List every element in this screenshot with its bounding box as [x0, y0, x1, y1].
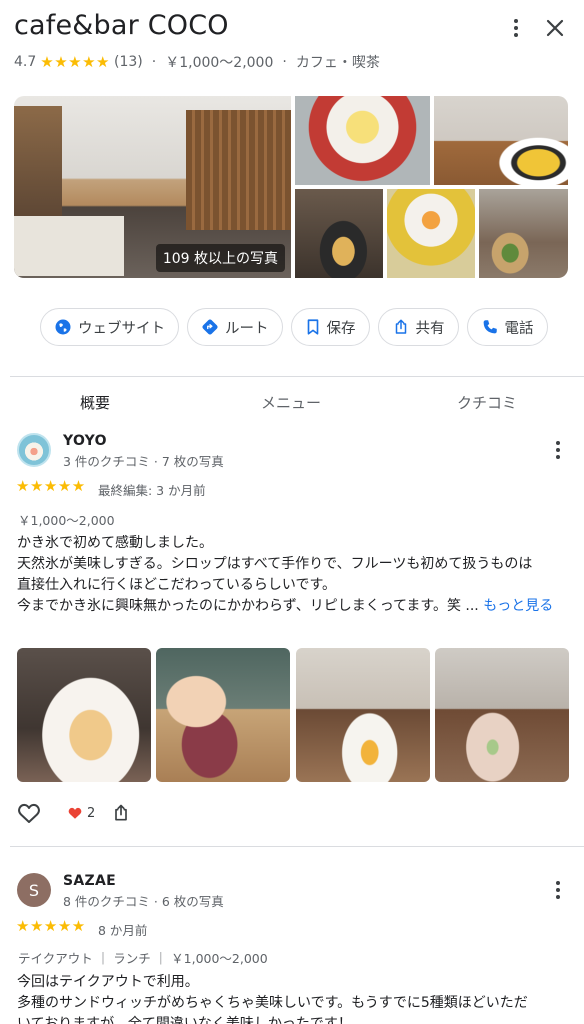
review-line: 天然氷が美味しすぎる。シロップはすべて手作りで、フルーツも初めて扱うものは: [17, 556, 533, 572]
review-more-button[interactable]: [546, 878, 570, 902]
review-photo[interactable]: [17, 648, 151, 782]
tab-reviews[interactable]: クチコミ: [457, 392, 517, 413]
reviewer-stats: 3 件のクチコミ · 7 枚の写真: [63, 454, 224, 469]
reviewer-name[interactable]: SAZAE: [63, 873, 116, 889]
save-button[interactable]: 保存: [290, 308, 370, 346]
review-tags: ￥1,000〜2,000: [18, 513, 115, 528]
phone-icon: [483, 320, 497, 334]
place-meta: 4.7 ★★★★★ (13) · ￥1,000〜2,000 · カフェ・喫茶: [14, 52, 380, 72]
photo-thumbnail[interactable]: [387, 189, 475, 278]
more-vert-icon: [514, 19, 518, 37]
review-text: かき氷で初めて感動しました。 天然氷が美味しすぎる。シロップはすべて手作りで、フ…: [17, 533, 572, 617]
reaction-count: 2: [87, 805, 96, 821]
reviewer-stats: 8 件のクチコミ · 6 枚の写真: [63, 894, 224, 909]
reviewer-avatar[interactable]: S: [17, 873, 51, 907]
review-stars: ★★★★★: [16, 477, 86, 495]
rating-value: 4.7: [14, 54, 37, 70]
directions-button[interactable]: ルート: [187, 308, 283, 346]
share-label: 共有: [415, 320, 445, 337]
review-time: 最終編集: 3 か月前: [98, 483, 206, 498]
divider: [10, 376, 584, 377]
reviewer-avatar[interactable]: [17, 433, 51, 467]
photo-thumbnail[interactable]: [295, 96, 430, 185]
tab-menu[interactable]: メニュー: [261, 392, 321, 413]
bookmark-icon: [307, 319, 318, 335]
action-chips: ウェブサイト ルート 保存 共有 電話: [40, 308, 548, 346]
review-time: 8 か月前: [98, 923, 148, 938]
review-photo[interactable]: [435, 648, 569, 782]
review-stars: ★★★★★: [16, 917, 86, 935]
review-line-text: 今までかき氷に興味無かったのにかかわらず、リピしまくってます。笑 ...: [17, 598, 479, 614]
website-button[interactable]: ウェブサイト: [40, 308, 179, 346]
photo-thumbnail[interactable]: [295, 189, 383, 278]
photo-thumbnail[interactable]: [434, 96, 568, 185]
more-vert-icon: [556, 441, 560, 459]
review-photo[interactable]: [156, 648, 290, 782]
review-more-button[interactable]: [546, 438, 570, 462]
review-line: 直接仕入れに行くほどこだわっているらしいです。: [17, 577, 337, 593]
share-icon[interactable]: [111, 803, 131, 823]
review-reactions: 2: [17, 802, 131, 824]
website-label: ウェブサイト: [78, 320, 165, 337]
review-photo[interactable]: [296, 648, 430, 782]
directions-label: ルート: [225, 320, 269, 337]
meta-separator: ·: [282, 54, 287, 70]
review-tags: テイクアウト ｜ ランチ ｜ ￥1,000〜2,000: [18, 951, 268, 966]
review-line: いておりますが、全て間違いなく美味しかったです！: [17, 1016, 352, 1024]
divider: [10, 846, 584, 847]
globe-icon: [55, 319, 71, 335]
review-count[interactable]: (13): [114, 54, 143, 70]
read-more-link[interactable]: もっと見る: [483, 598, 553, 614]
place-category[interactable]: カフェ・喫茶: [296, 52, 380, 72]
review-line: かき氷で初めて感動しました。: [17, 535, 213, 551]
call-button[interactable]: 電話: [466, 308, 548, 346]
price-range: ￥1,000〜2,000: [165, 55, 274, 71]
share-icon: [395, 319, 406, 334]
close-button[interactable]: [543, 16, 567, 40]
place-title: cafe&bar COCO: [14, 10, 229, 41]
reviewer-name[interactable]: YOYO: [63, 433, 107, 449]
review-line: 今までかき氷に興味無かったのにかかわらず、リピしまくってます。笑 ... もっと…: [17, 596, 572, 617]
close-icon: [546, 19, 564, 37]
more-options-button[interactable]: [504, 16, 528, 40]
more-vert-icon: [556, 881, 560, 899]
photo-count-badge: 109 枚以上の写真: [155, 244, 285, 272]
share-button[interactable]: 共有: [377, 308, 459, 346]
meta-separator: ·: [151, 54, 157, 70]
review-line: 今回はテイクアウトで利用。: [17, 974, 199, 990]
heart-reaction-icon: [68, 807, 82, 819]
rating-stars: ★★★★★: [40, 53, 111, 71]
save-label: 保存: [326, 320, 356, 337]
review-text: 今回はテイクアウトで利用。 多種のサンドウィッチがめちゃくちゃ美味しいです。もう…: [17, 972, 572, 1024]
tab-overview[interactable]: 概要: [80, 392, 110, 413]
review-line: 多種のサンドウィッチがめちゃくちゃ美味しいです。もうすでに5種類ほどいただ: [17, 995, 528, 1011]
photo-thumbnail[interactable]: [479, 189, 568, 278]
directions-icon: [202, 319, 218, 335]
like-heart-outline-icon[interactable]: [17, 802, 41, 824]
main-photo[interactable]: 109 枚以上の写真: [14, 96, 291, 278]
call-label: 電話: [504, 320, 534, 337]
